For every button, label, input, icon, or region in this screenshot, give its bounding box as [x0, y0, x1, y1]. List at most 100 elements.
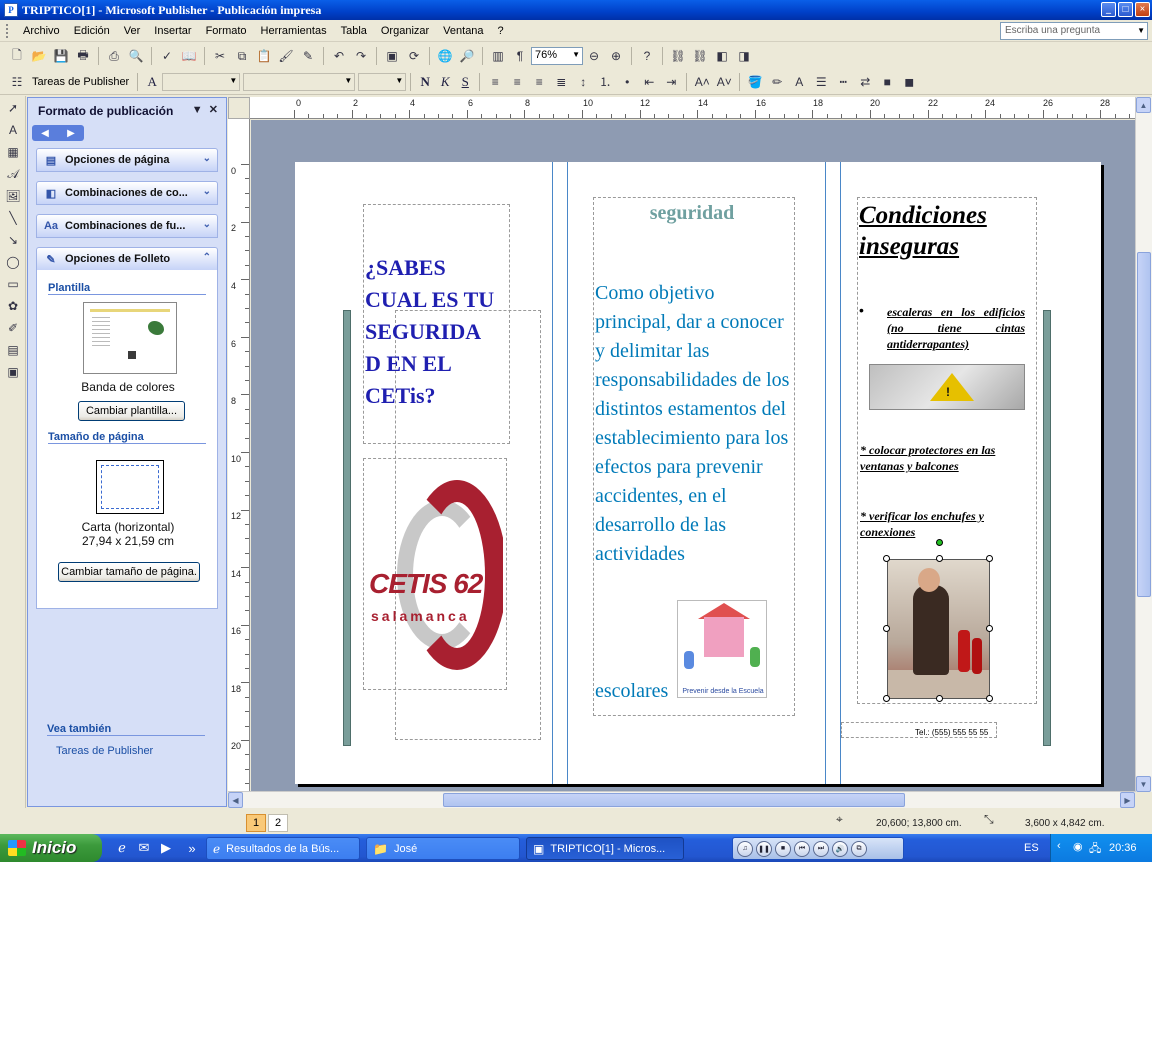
line-icon[interactable]: ╲	[3, 208, 23, 228]
table-icon[interactable]: ▦	[3, 142, 23, 162]
wet-floor-sign-image[interactable]: !	[869, 364, 1025, 410]
align-left-icon[interactable]: ≡	[485, 72, 505, 92]
menu-ventana[interactable]: Ventana	[436, 25, 490, 37]
print-icon[interactable]: 🖶	[73, 46, 93, 66]
zoom-select[interactable]: 76% ▼	[531, 47, 583, 65]
help-icon[interactable]: ?	[637, 46, 657, 66]
taskbar-item-browser[interactable]: ℯ Resultados de la Bús...	[206, 837, 360, 860]
bullets-icon[interactable]: •	[617, 72, 637, 92]
resize-handle[interactable]	[883, 555, 890, 562]
close-button[interactable]: ×	[1135, 2, 1150, 17]
arrow-icon[interactable]: ↘	[3, 230, 23, 250]
change-page-size-button[interactable]: Cambiar tamaño de página.	[58, 562, 200, 582]
oval-icon[interactable]: ◯	[3, 252, 23, 272]
section-color-schemes[interactable]: ◧ Combinaciones de co... ⌄	[36, 181, 218, 205]
vertical-ruler[interactable]: 0 2 4 6 8 10 12 14 16 18 20	[228, 119, 250, 791]
numbering-icon[interactable]: ⒈	[595, 72, 615, 92]
forward-icon[interactable]: ▶	[67, 128, 75, 139]
align-right-icon[interactable]: ≡	[529, 72, 549, 92]
phone-number[interactable]: Tel.: (555) 555 55 55	[915, 728, 988, 737]
menu-herramientas[interactable]: Herramientas	[254, 25, 334, 37]
unsafe-point-windows[interactable]: * colocar protectores en las ventanas y …	[860, 442, 1030, 474]
next-track-icon[interactable]: ⏭	[813, 840, 829, 857]
menu-organizar[interactable]: Organizar	[374, 25, 436, 37]
document-workspace[interactable]: ¿SABES CUAL ES TU SEGURIDA D EN EL CETis…	[251, 120, 1135, 791]
objective-paragraph-end[interactable]: escolares	[595, 680, 668, 703]
minimize-button[interactable]: _	[1101, 2, 1116, 17]
redo-icon[interactable]: ↷	[351, 46, 371, 66]
horizontal-scrollbar[interactable]: ◀ ▶	[228, 791, 1135, 808]
zoom-out-icon[interactable]: ⊖	[584, 46, 604, 66]
pause-icon[interactable]: ❚❚	[756, 840, 772, 857]
design-objects-icon[interactable]: ▣	[3, 362, 23, 382]
decrease-indent-icon[interactable]: ⇤	[639, 72, 659, 92]
styles-icon[interactable]: A	[142, 74, 162, 90]
section-brochure-options[interactable]: ✎ Opciones de Folleto ⌃	[36, 247, 218, 271]
scroll-right-icon[interactable]: ▶	[1120, 792, 1135, 808]
previous-track-icon[interactable]: ⏮	[794, 840, 810, 857]
cetis-logo[interactable]: CETIS 62 salamanca	[367, 470, 503, 678]
print-preview-icon[interactable]: ⎙	[104, 46, 124, 66]
change-template-button[interactable]: Cambiar plantilla...	[78, 401, 185, 421]
cut-icon[interactable]: ✂	[210, 46, 230, 66]
text-box-icon[interactable]: A	[3, 120, 23, 140]
scroll-left-icon[interactable]: ◀	[228, 792, 243, 808]
chevron-down-icon[interactable]: ▼	[572, 50, 580, 59]
research-icon[interactable]: 📖	[179, 46, 199, 66]
stop-icon[interactable]: ■	[775, 840, 791, 857]
wordart-icon[interactable]: 𝒜	[3, 164, 23, 184]
resize-handle[interactable]	[986, 695, 993, 702]
volume-icon[interactable]: 🔊	[832, 840, 848, 857]
scroll-down-icon[interactable]: ▼	[1136, 776, 1151, 792]
font-color-icon[interactable]: A	[789, 72, 809, 92]
security-heading[interactable]: seguridad	[592, 202, 792, 225]
grow-font-icon[interactable]: A˄	[692, 72, 712, 92]
new-icon[interactable]: 🗋	[7, 46, 27, 66]
back-icon[interactable]: ◀	[41, 128, 49, 139]
taskbar-item-publisher[interactable]: ▣ TRIPTICO[1] - Micros...	[526, 837, 684, 860]
ruler-corner[interactable]	[228, 97, 250, 119]
resize-handle[interactable]	[986, 555, 993, 562]
menu-edicion[interactable]: Edición	[67, 25, 117, 37]
undo-icon[interactable]: ↶	[329, 46, 349, 66]
font-size-select[interactable]: ▼	[358, 72, 407, 91]
open-icon[interactable]: 📂	[29, 46, 49, 66]
section-page-options[interactable]: ▤ Opciones de página ⌄	[36, 148, 218, 172]
hyperlink-icon[interactable]: 🌐	[435, 46, 455, 66]
start-button[interactable]: Inicio	[0, 834, 102, 862]
align-center-icon[interactable]: ≡	[507, 72, 527, 92]
zoom-in-icon[interactable]: ⊕	[606, 46, 626, 66]
menu-archivo[interactable]: Archivo	[16, 25, 67, 37]
italic-icon[interactable]: K	[435, 74, 455, 90]
autoshapes-icon[interactable]: ✿	[3, 296, 23, 316]
zoom-icon[interactable]: 🔎	[457, 46, 477, 66]
rectangle-icon[interactable]: ▭	[3, 274, 23, 294]
horizontal-ruler[interactable]: 0 2 4 6 8 10 12 14 16 18 20 22 24 26 28	[250, 97, 1135, 119]
line-color-icon[interactable]: ✏	[767, 72, 787, 92]
chevron-down-icon[interactable]: ▼	[229, 76, 237, 85]
menu-formato[interactable]: Formato	[199, 25, 254, 37]
resize-handle[interactable]	[936, 695, 943, 702]
resize-handle[interactable]	[883, 695, 890, 702]
line-style-icon[interactable]: ☰	[811, 72, 831, 92]
spelling-icon[interactable]: ✓	[157, 46, 177, 66]
teal-vertical-bar[interactable]	[343, 310, 351, 746]
increase-indent-icon[interactable]: ⇥	[661, 72, 681, 92]
restore-player-icon[interactable]: ⧉	[851, 840, 867, 857]
arrow-style-icon[interactable]: ⇄	[855, 72, 875, 92]
fill-color-icon[interactable]: 🪣	[745, 72, 765, 92]
bring-forward-icon[interactable]: ▣	[382, 46, 402, 66]
format-painter-icon[interactable]: 🖌	[276, 46, 296, 66]
horizontal-scroll-thumb[interactable]	[443, 793, 905, 807]
vertical-scroll-thumb[interactable]	[1137, 252, 1151, 597]
underline-icon[interactable]: S	[455, 74, 475, 90]
save-icon[interactable]: 💾	[51, 46, 71, 66]
close-icon[interactable]: ✕	[209, 104, 218, 116]
chevron-down-icon[interactable]: ▼	[344, 76, 352, 85]
paste-icon[interactable]: 📋	[254, 46, 274, 66]
page-tab-2[interactable]: 2	[268, 814, 288, 832]
3d-style-icon[interactable]: ◼	[899, 72, 919, 92]
media-player-icon[interactable]: ▶	[158, 840, 174, 856]
copy-icon[interactable]: ⧉	[232, 46, 252, 66]
picture-icon[interactable]: 🖼	[3, 186, 23, 206]
